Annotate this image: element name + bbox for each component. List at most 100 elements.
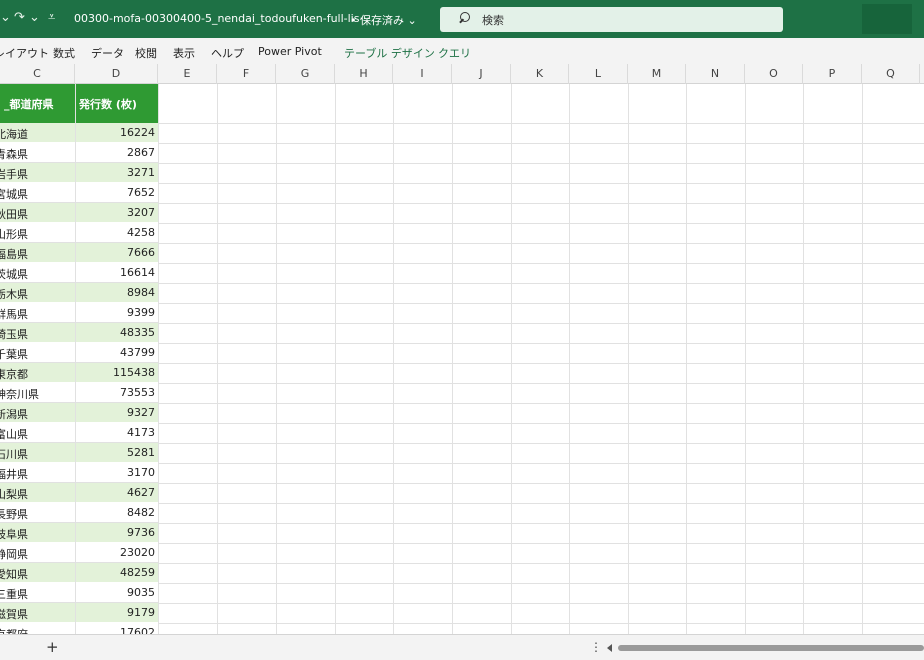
issued-count-cell[interactable]: 2867: [127, 146, 155, 159]
prefecture-cell[interactable]: 宮城県: [0, 186, 28, 202]
column-header-j[interactable]: J: [452, 64, 511, 84]
column-header-i[interactable]: I: [393, 64, 452, 84]
column-header-n[interactable]: N: [686, 64, 745, 84]
table-row[interactable]: 青森県 2867: [0, 143, 158, 163]
table-row[interactable]: 埼玉県 48335: [0, 323, 158, 343]
issued-count-cell[interactable]: 8984: [127, 286, 155, 299]
column-header-o[interactable]: O: [745, 64, 803, 84]
issued-count-cell[interactable]: 4258: [127, 226, 155, 239]
prefecture-cell[interactable]: 福井県: [0, 466, 28, 482]
header-issued-count[interactable]: 発行数 (枚): [79, 96, 137, 112]
more-options-icon[interactable]: ⋮: [590, 640, 602, 654]
table-row[interactable]: 群馬県 9399: [0, 303, 158, 323]
account-area[interactable]: [862, 4, 912, 34]
issued-count-cell[interactable]: 48259: [120, 566, 155, 579]
table-row[interactable]: 岩手県 3271: [0, 163, 158, 183]
issued-count-cell[interactable]: 9736: [127, 526, 155, 539]
save-status[interactable]: • 保存済み ⌄: [350, 12, 417, 28]
column-header-q[interactable]: Q: [862, 64, 920, 84]
table-row[interactable]: 北海道 16224: [0, 123, 158, 143]
redo-icon[interactable]: ↷ ⌄: [14, 10, 40, 25]
issued-count-cell[interactable]: 9327: [127, 406, 155, 419]
undo-dropdown-icon[interactable]: ⌄: [0, 10, 11, 25]
tab-data[interactable]: データ: [91, 45, 124, 61]
issued-count-cell[interactable]: 4173: [127, 426, 155, 439]
issued-count-cell[interactable]: 17602: [120, 626, 155, 634]
column-header-m[interactable]: M: [628, 64, 686, 84]
table-row[interactable]: 茨城県 16614: [0, 263, 158, 283]
prefecture-cell[interactable]: 山梨県: [0, 486, 28, 502]
table-row[interactable]: 宮城県 7652: [0, 183, 158, 203]
prefecture-cell[interactable]: 京都府: [0, 626, 28, 634]
prefecture-cell[interactable]: 山形県: [0, 226, 28, 242]
table-row[interactable]: 静岡県 23020: [0, 543, 158, 563]
prefecture-cell[interactable]: 石川県: [0, 446, 28, 462]
issued-count-cell[interactable]: 3207: [127, 206, 155, 219]
tab-formulas[interactable]: 数式: [53, 45, 75, 61]
prefecture-cell[interactable]: 群馬県: [0, 306, 28, 322]
issued-count-cell[interactable]: 9035: [127, 586, 155, 599]
table-row[interactable]: 福井県 3170: [0, 463, 158, 483]
issued-count-cell[interactable]: 4627: [127, 486, 155, 499]
tab-power-pivot[interactable]: Power Pivot: [258, 45, 322, 58]
prefecture-cell[interactable]: 岐阜県: [0, 526, 28, 542]
table-row[interactable]: 神奈川県 73553: [0, 383, 158, 403]
prefecture-cell[interactable]: 滋賀県: [0, 606, 28, 622]
issued-count-cell[interactable]: 48335: [120, 326, 155, 339]
quick-access-menu-icon[interactable]: ⩡: [48, 10, 55, 25]
prefecture-cell[interactable]: 岩手県: [0, 166, 28, 182]
prefecture-cell[interactable]: 千葉県: [0, 346, 28, 362]
prefecture-cell[interactable]: 神奈川県: [0, 386, 39, 402]
table-row[interactable]: 愛知県 48259: [0, 563, 158, 583]
prefecture-cell[interactable]: 静岡県: [0, 546, 28, 562]
table-row[interactable]: 岐阜県 9736: [0, 523, 158, 543]
tab-help[interactable]: ヘルプ: [211, 45, 244, 61]
column-header-f[interactable]: F: [217, 64, 276, 84]
issued-count-cell[interactable]: 16224: [120, 126, 155, 139]
issued-count-cell[interactable]: 8482: [127, 506, 155, 519]
prefecture-cell[interactable]: 青森県: [0, 146, 28, 162]
tab-review[interactable]: 校閲: [135, 45, 157, 61]
column-header-e[interactable]: E: [158, 64, 217, 84]
issued-count-cell[interactable]: 9179: [127, 606, 155, 619]
horizontal-scrollbar[interactable]: [618, 645, 924, 651]
column-header-g[interactable]: G: [276, 64, 335, 84]
prefecture-cell[interactable]: 東京都: [0, 366, 28, 382]
table-row[interactable]: 秋田県 3207: [0, 203, 158, 223]
table-row[interactable]: 富山県 4173: [0, 423, 158, 443]
prefecture-cell[interactable]: 栃木県: [0, 286, 28, 302]
issued-count-cell[interactable]: 115438: [113, 366, 155, 379]
header-prefecture[interactable]: _都道府県: [4, 96, 54, 112]
column-header-l[interactable]: L: [569, 64, 628, 84]
prefecture-cell[interactable]: 新潟県: [0, 406, 28, 422]
table-row[interactable]: 山形県 4258: [0, 223, 158, 243]
prefecture-cell[interactable]: 福島県: [0, 246, 28, 262]
prefecture-cell[interactable]: 富山県: [0, 426, 28, 442]
table-row[interactable]: 滋賀県 9179: [0, 603, 158, 623]
issued-count-cell[interactable]: 73553: [120, 386, 155, 399]
issued-count-cell[interactable]: 3170: [127, 466, 155, 479]
table-row[interactable]: 石川県 5281: [0, 443, 158, 463]
issued-count-cell[interactable]: 5281: [127, 446, 155, 459]
column-header-c[interactable]: C: [0, 64, 75, 84]
issued-count-cell[interactable]: 7666: [127, 246, 155, 259]
issued-count-cell[interactable]: 43799: [120, 346, 155, 359]
prefecture-cell[interactable]: 秋田県: [0, 206, 28, 222]
table-row[interactable]: 栃木県 8984: [0, 283, 158, 303]
prefecture-cell[interactable]: 長野県: [0, 506, 28, 522]
add-sheet-button[interactable]: +: [46, 638, 59, 656]
table-row[interactable]: 京都府 17602: [0, 623, 158, 634]
tab-view[interactable]: 表示: [173, 45, 195, 61]
column-header-d[interactable]: D: [75, 64, 158, 84]
issued-count-cell[interactable]: 9399: [127, 306, 155, 319]
prefecture-cell[interactable]: 北海道: [0, 126, 28, 142]
prefecture-cell[interactable]: 茨城県: [0, 266, 28, 282]
tab-query[interactable]: クエリ: [438, 45, 471, 61]
table-row[interactable]: 東京都 115438: [0, 363, 158, 383]
column-header-h[interactable]: H: [335, 64, 393, 84]
column-header-k[interactable]: K: [511, 64, 569, 84]
scroll-left-icon[interactable]: [607, 644, 612, 652]
issued-count-cell[interactable]: 7652: [127, 186, 155, 199]
prefecture-cell[interactable]: 三重県: [0, 586, 28, 602]
table-row[interactable]: 山梨県 4627: [0, 483, 158, 503]
